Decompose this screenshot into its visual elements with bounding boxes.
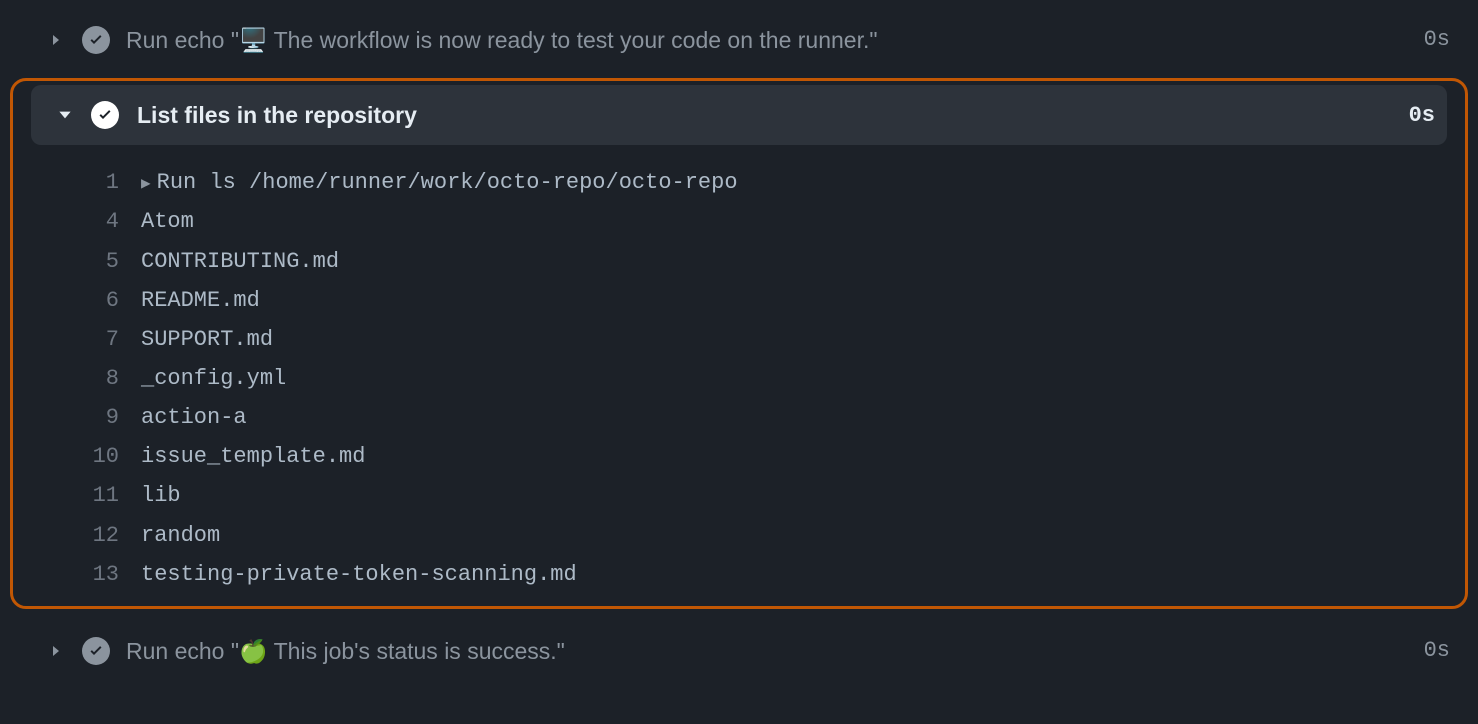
line-number: 10 xyxy=(13,437,141,476)
log-line[interactable]: 11lib xyxy=(13,476,1465,515)
check-icon xyxy=(82,26,110,54)
log-text: SUPPORT.md xyxy=(141,320,273,359)
log-command: Run ls /home/runner/work/octo-repo/octo-… xyxy=(157,163,738,202)
step-duration: 0s xyxy=(1424,25,1450,56)
line-number: 13 xyxy=(13,555,141,594)
line-number: 4 xyxy=(13,202,141,241)
line-number: 7 xyxy=(13,320,141,359)
step-title: List files in the repository xyxy=(137,102,1409,129)
log-line[interactable]: 12random xyxy=(13,516,1465,555)
log-line[interactable]: 8_config.yml xyxy=(13,359,1465,398)
line-number: 12 xyxy=(13,516,141,555)
check-icon xyxy=(91,101,119,129)
highlighted-step: List files in the repository 0s 1 ▶ Run l… xyxy=(10,78,1468,609)
check-icon xyxy=(82,637,110,665)
caret-right-icon: ▶ xyxy=(141,176,151,192)
chevron-down-icon xyxy=(53,106,77,124)
log-text: CONTRIBUTING.md xyxy=(141,242,339,281)
log-line[interactable]: 5CONTRIBUTING.md xyxy=(13,242,1465,281)
log-command-line[interactable]: 1 ▶ Run ls /home/runner/work/octo-repo/oc… xyxy=(13,163,1465,202)
line-number: 6 xyxy=(13,281,141,320)
log-text: testing-private-token-scanning.md xyxy=(141,555,577,594)
step-title: Run echo "🖥️ The workflow is now ready t… xyxy=(126,24,1412,56)
log-output: 1 ▶ Run ls /home/runner/work/octo-repo/oc… xyxy=(13,145,1465,594)
log-text: _config.yml xyxy=(141,359,286,398)
log-line[interactable]: 13testing-private-token-scanning.md xyxy=(13,555,1465,594)
line-number: 8 xyxy=(13,359,141,398)
log-text: Atom xyxy=(141,202,194,241)
line-number: 9 xyxy=(13,398,141,437)
step-row-main[interactable]: List files in the repository 0s xyxy=(31,85,1447,145)
log-line[interactable]: 6README.md xyxy=(13,281,1465,320)
step-row-next[interactable]: Run echo "🍏 This job's status is success… xyxy=(0,623,1478,679)
step-row-prev[interactable]: Run echo "🖥️ The workflow is now ready t… xyxy=(0,12,1478,68)
log-text: random xyxy=(141,516,220,555)
log-line[interactable]: 4Atom xyxy=(13,202,1465,241)
log-line[interactable]: 9action-a xyxy=(13,398,1465,437)
line-number: 1 xyxy=(13,163,141,202)
chevron-right-icon xyxy=(44,643,68,659)
log-line[interactable]: 7SUPPORT.md xyxy=(13,320,1465,359)
chevron-right-icon xyxy=(44,32,68,48)
log-line[interactable]: 10issue_template.md xyxy=(13,437,1465,476)
line-number: 5 xyxy=(13,242,141,281)
log-text: action-a xyxy=(141,398,247,437)
log-text: README.md xyxy=(141,281,260,320)
log-text: issue_template.md xyxy=(141,437,365,476)
step-duration: 0s xyxy=(1409,103,1435,128)
step-duration: 0s xyxy=(1424,636,1450,667)
line-number: 11 xyxy=(13,476,141,515)
step-title: Run echo "🍏 This job's status is success… xyxy=(126,635,1412,667)
log-text: lib xyxy=(141,476,181,515)
